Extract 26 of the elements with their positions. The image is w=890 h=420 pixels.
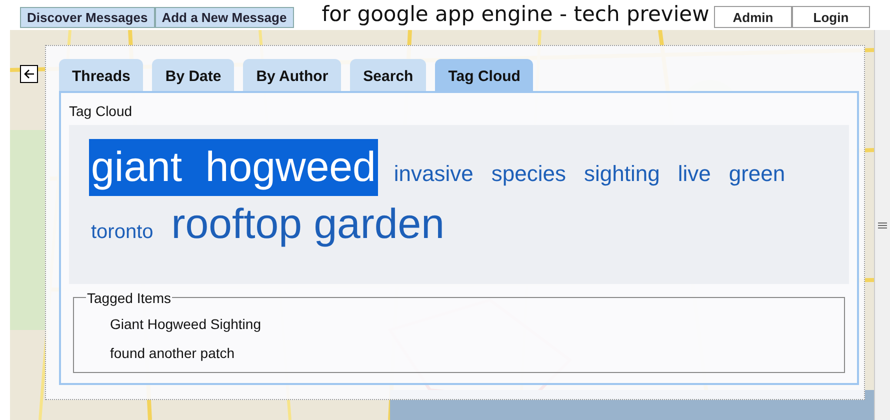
panel-title: Tag Cloud: [69, 103, 134, 119]
nav-button[interactable]: Discover Messages: [20, 7, 155, 28]
tagged-item-link[interactable]: found another patch: [110, 338, 844, 368]
scrollbar[interactable]: [874, 30, 890, 420]
account-button[interactable]: Admin: [714, 6, 792, 28]
tab[interactable]: Threads: [59, 59, 144, 93]
page-title: for google app engine - tech preview: [322, 1, 710, 28]
tag-link[interactable]: giant hogweed: [89, 139, 378, 196]
tag-link[interactable]: invasive: [392, 159, 476, 189]
tab[interactable]: By Date: [152, 59, 234, 93]
nav-button[interactable]: Add a New Message: [154, 7, 294, 28]
pan-left-button[interactable]: [20, 65, 38, 83]
tag-link[interactable]: sighting: [582, 159, 662, 189]
tag-link[interactable]: toronto: [89, 218, 156, 246]
tab[interactable]: By Author: [243, 59, 342, 93]
tab[interactable]: Search: [350, 59, 426, 93]
tag-link[interactable]: species: [489, 159, 568, 189]
tag-link[interactable]: live: [676, 159, 713, 189]
tag-link[interactable]: rooftop garden: [169, 196, 446, 252]
grip-icon: [878, 220, 887, 230]
tagged-item-link[interactable]: Giant Hogweed Sighting: [110, 310, 844, 339]
group-legend: Tagged Items: [86, 290, 172, 306]
tab[interactable]: Tag Cloud: [435, 59, 534, 93]
account-button[interactable]: Login: [792, 6, 870, 28]
tag-link[interactable]: green: [726, 159, 788, 189]
left-arrow-icon: [23, 68, 35, 80]
